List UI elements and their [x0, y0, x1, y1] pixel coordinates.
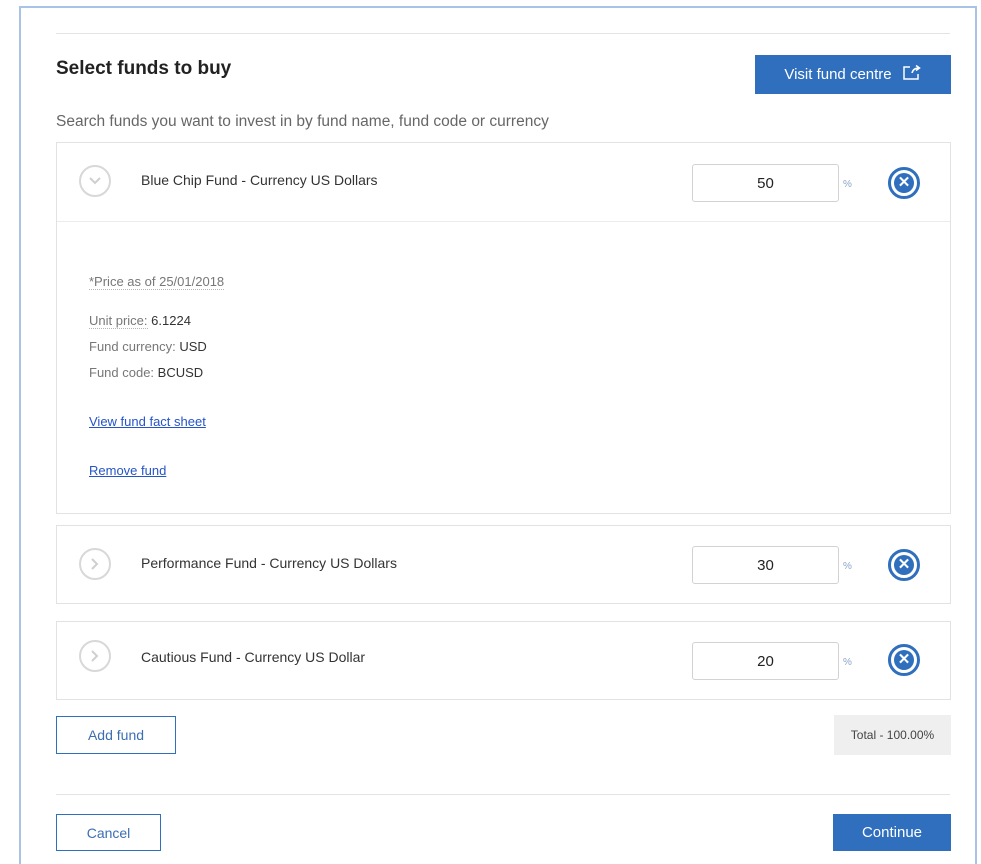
- remove-fund-link[interactable]: Remove fund: [89, 463, 166, 478]
- visit-fund-centre-button[interactable]: Visit fund centre: [755, 55, 951, 94]
- chevron-right-icon[interactable]: [79, 548, 111, 580]
- remove-fund-icon[interactable]: ✕: [888, 644, 920, 676]
- fund-code-value: BCUSD: [157, 365, 204, 380]
- unit-price-value: 6.1224: [151, 313, 191, 328]
- fund-currency-value: USD: [179, 339, 207, 354]
- fund-currency-label: Fund currency:: [89, 339, 176, 354]
- fund-code-label: Fund code:: [89, 365, 155, 380]
- percent-symbol: %: [843, 657, 852, 668]
- remove-fund-icon[interactable]: ✕: [888, 549, 920, 581]
- fund-card-header[interactable]: Blue Chip Fund - Currency US Dollars % ✕: [57, 143, 950, 221]
- fund-card-cautious: Cautious Fund - Currency US Dollar % ✕: [56, 621, 951, 700]
- price-as-of: *Price as of 25/01/2018: [89, 274, 225, 290]
- fund-name: Cautious Fund - Currency US Dollar: [141, 649, 366, 665]
- add-fund-button[interactable]: Add fund: [56, 716, 176, 754]
- remove-fund-icon[interactable]: ✕: [888, 167, 920, 199]
- visit-fund-centre-label: Visit fund centre: [784, 66, 892, 83]
- search-instructions: Search funds you want to invest in by fu…: [56, 113, 549, 130]
- fund-percent-input[interactable]: [692, 642, 839, 680]
- unit-price-label: Unit price:: [89, 313, 148, 329]
- fund-name: Performance Fund - Currency US Dollars: [141, 555, 397, 571]
- top-divider: [56, 33, 950, 34]
- fund-card-header[interactable]: Cautious Fund - Currency US Dollar % ✕: [57, 622, 950, 700]
- chevron-down-icon[interactable]: [79, 165, 111, 197]
- chevron-right-icon[interactable]: [79, 640, 111, 672]
- percent-symbol: %: [843, 179, 852, 190]
- fund-card-performance: Performance Fund - Currency US Dollars %…: [56, 525, 951, 604]
- fund-currency-row: Fund currency: USD: [89, 339, 207, 354]
- fund-card-header[interactable]: Performance Fund - Currency US Dollars %…: [57, 526, 950, 604]
- fund-percent-input[interactable]: [692, 164, 839, 202]
- fund-percent-input[interactable]: [692, 546, 839, 584]
- total-percent: Total - 100.00%: [834, 715, 951, 755]
- footer-divider: [56, 794, 950, 795]
- continue-button[interactable]: Continue: [833, 814, 951, 851]
- page-title: Select funds to buy: [56, 58, 232, 79]
- external-link-icon: [902, 64, 922, 85]
- fund-name: Blue Chip Fund - Currency US Dollars: [141, 172, 378, 188]
- fund-card-blue-chip: Blue Chip Fund - Currency US Dollars % ✕…: [56, 142, 951, 514]
- fund-code-row: Fund code: BCUSD: [89, 365, 203, 380]
- fund-details-panel: *Price as of 25/01/2018 Unit price: 6.12…: [57, 221, 950, 514]
- percent-symbol: %: [843, 561, 852, 572]
- view-fund-fact-sheet-link[interactable]: View fund fact sheet: [89, 414, 206, 429]
- unit-price-row: Unit price: 6.1224: [89, 313, 191, 329]
- cancel-button[interactable]: Cancel: [56, 814, 161, 851]
